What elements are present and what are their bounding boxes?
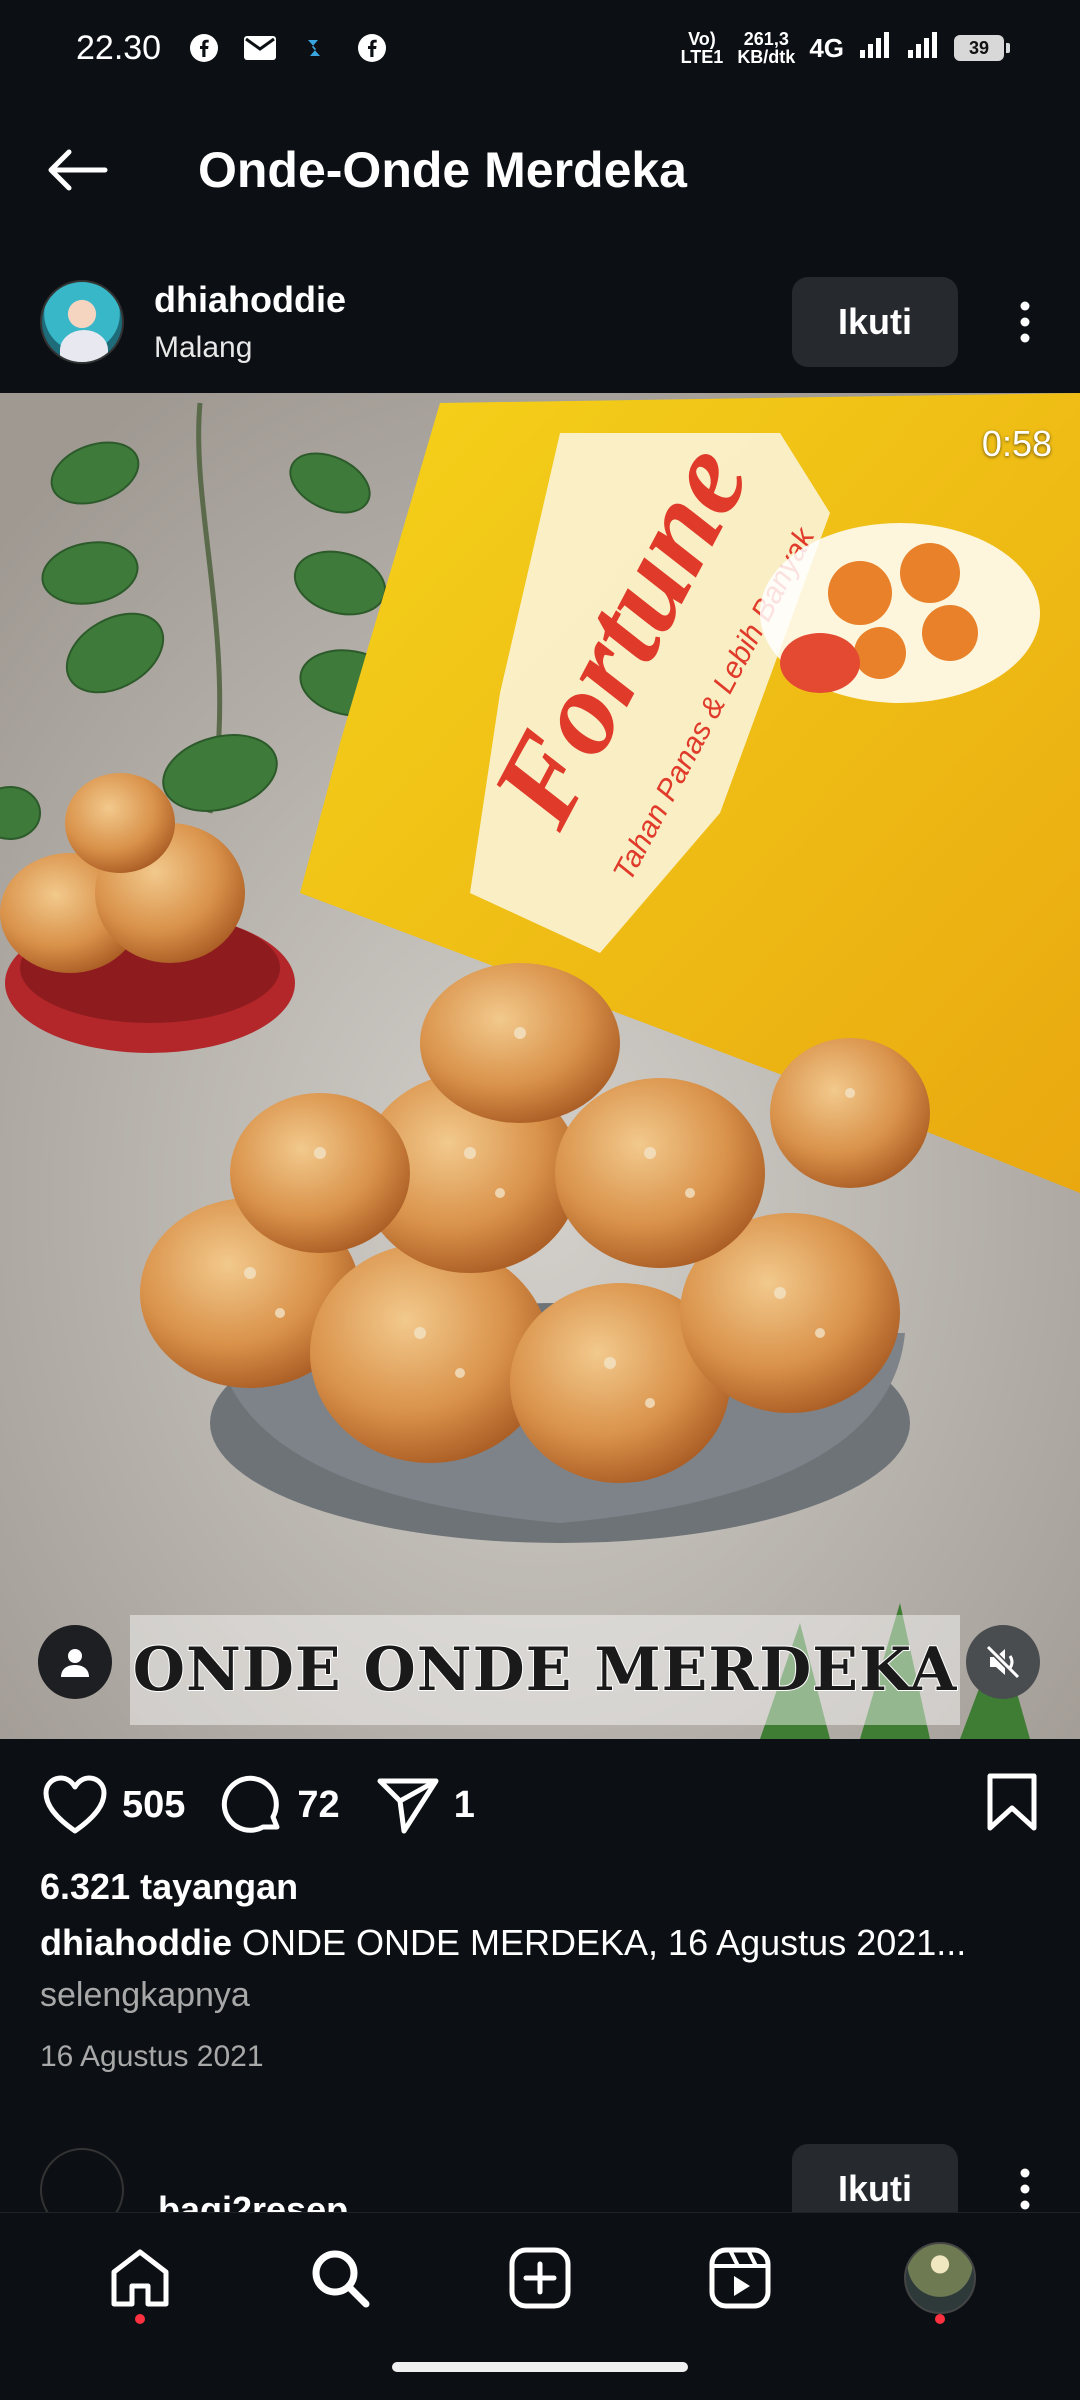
post-author: dhiahoddie Malang: [154, 279, 346, 365]
share-button[interactable]: 1: [376, 1775, 475, 1835]
post-caption: dhiahoddie ONDE ONDE MERDEKA, 16 Agustus…: [40, 1922, 1050, 1964]
post-video[interactable]: Fortune Tahan Panas & Lebih Banyak 0:58 …: [0, 393, 1080, 1739]
caption-username[interactable]: dhiahoddie: [40, 1922, 232, 1963]
video-caption-overlay: ONDE ONDE MERDEKA: [130, 1615, 960, 1725]
volte-indicator: Vo) LTE1: [680, 29, 724, 67]
notification-dot: [135, 2314, 145, 2324]
avatar[interactable]: [40, 280, 124, 364]
volume-muted-icon: [985, 1644, 1021, 1680]
nav-search[interactable]: [290, 2228, 390, 2328]
arrow-left-icon: [48, 149, 108, 191]
follow-button[interactable]: Ikuti: [792, 277, 958, 367]
gmail-icon: [243, 31, 277, 65]
page-title: Onde-Onde Merdeka: [198, 142, 687, 198]
notification-dot: [935, 2314, 945, 2324]
nav-reels[interactable]: [690, 2228, 790, 2328]
add-post-icon: [509, 2247, 571, 2309]
app-icon: [299, 31, 333, 65]
top-bar: Onde-Onde Merdeka: [0, 110, 1080, 230]
network-speed: 261,3 KB/dtk: [737, 29, 796, 67]
facebook-icon: [355, 31, 389, 65]
search-icon: [312, 2250, 370, 2308]
nav-home[interactable]: [90, 2228, 190, 2328]
send-icon: [377, 1778, 439, 1834]
save-button[interactable]: [986, 1772, 1038, 1837]
more-vertical-icon: [1020, 2168, 1030, 2210]
tagged-people-button[interactable]: [38, 1625, 112, 1699]
heart-icon: [43, 1775, 107, 1834]
comment-button[interactable]: 72: [219, 1773, 340, 1837]
share-count[interactable]: 1: [454, 1784, 475, 1827]
more-options-button[interactable]: [1000, 277, 1050, 367]
facebook-icon: [187, 31, 221, 65]
nav-profile[interactable]: [890, 2228, 990, 2328]
signal-icon: [858, 30, 892, 66]
network-type: 4G: [809, 32, 844, 63]
signal-icon: [906, 30, 940, 66]
see-more-link[interactable]: selengkapnya: [40, 1976, 250, 2015]
post-actions: 505 72 1: [0, 1760, 1080, 1850]
post-header: dhiahoddie Malang Ikuti: [0, 262, 1080, 382]
reels-icon: [709, 2247, 771, 2309]
home-indicator[interactable]: [392, 2362, 688, 2372]
home-icon: [111, 2249, 169, 2307]
video-duration: 0:58: [981, 423, 1052, 464]
like-button[interactable]: 505: [42, 1775, 185, 1835]
post-date: 16 Agustus 2021: [40, 2040, 264, 2073]
location[interactable]: Malang: [154, 331, 346, 365]
nav-create[interactable]: [490, 2228, 590, 2328]
more-vertical-icon: [1020, 301, 1030, 343]
like-count[interactable]: 505: [122, 1784, 185, 1827]
battery-indicator: 39: [954, 35, 1010, 61]
comment-count[interactable]: 72: [297, 1784, 339, 1827]
profile-avatar: [904, 2242, 976, 2314]
person-icon: [61, 1649, 89, 1677]
view-count[interactable]: 6.321 tayangan: [40, 1866, 298, 1908]
video-frame: Fortune Tahan Panas & Lebih Banyak: [0, 393, 1080, 1739]
bookmark-icon: [987, 1773, 1037, 1831]
video-caption-text: ONDE ONDE MERDEKA: [132, 1634, 958, 1706]
status-bar: 22.30 Vo) LTE1 261,3 KB/dtk 4G 39: [0, 0, 1080, 96]
mute-button[interactable]: [966, 1625, 1040, 1699]
back-button[interactable]: [22, 115, 132, 225]
caption-text: ONDE ONDE MERDEKA, 16 Agustus 2021...: [232, 1922, 967, 1963]
comment-icon: [222, 1775, 280, 1833]
username[interactable]: dhiahoddie: [154, 279, 346, 321]
status-time: 22.30: [76, 28, 162, 67]
